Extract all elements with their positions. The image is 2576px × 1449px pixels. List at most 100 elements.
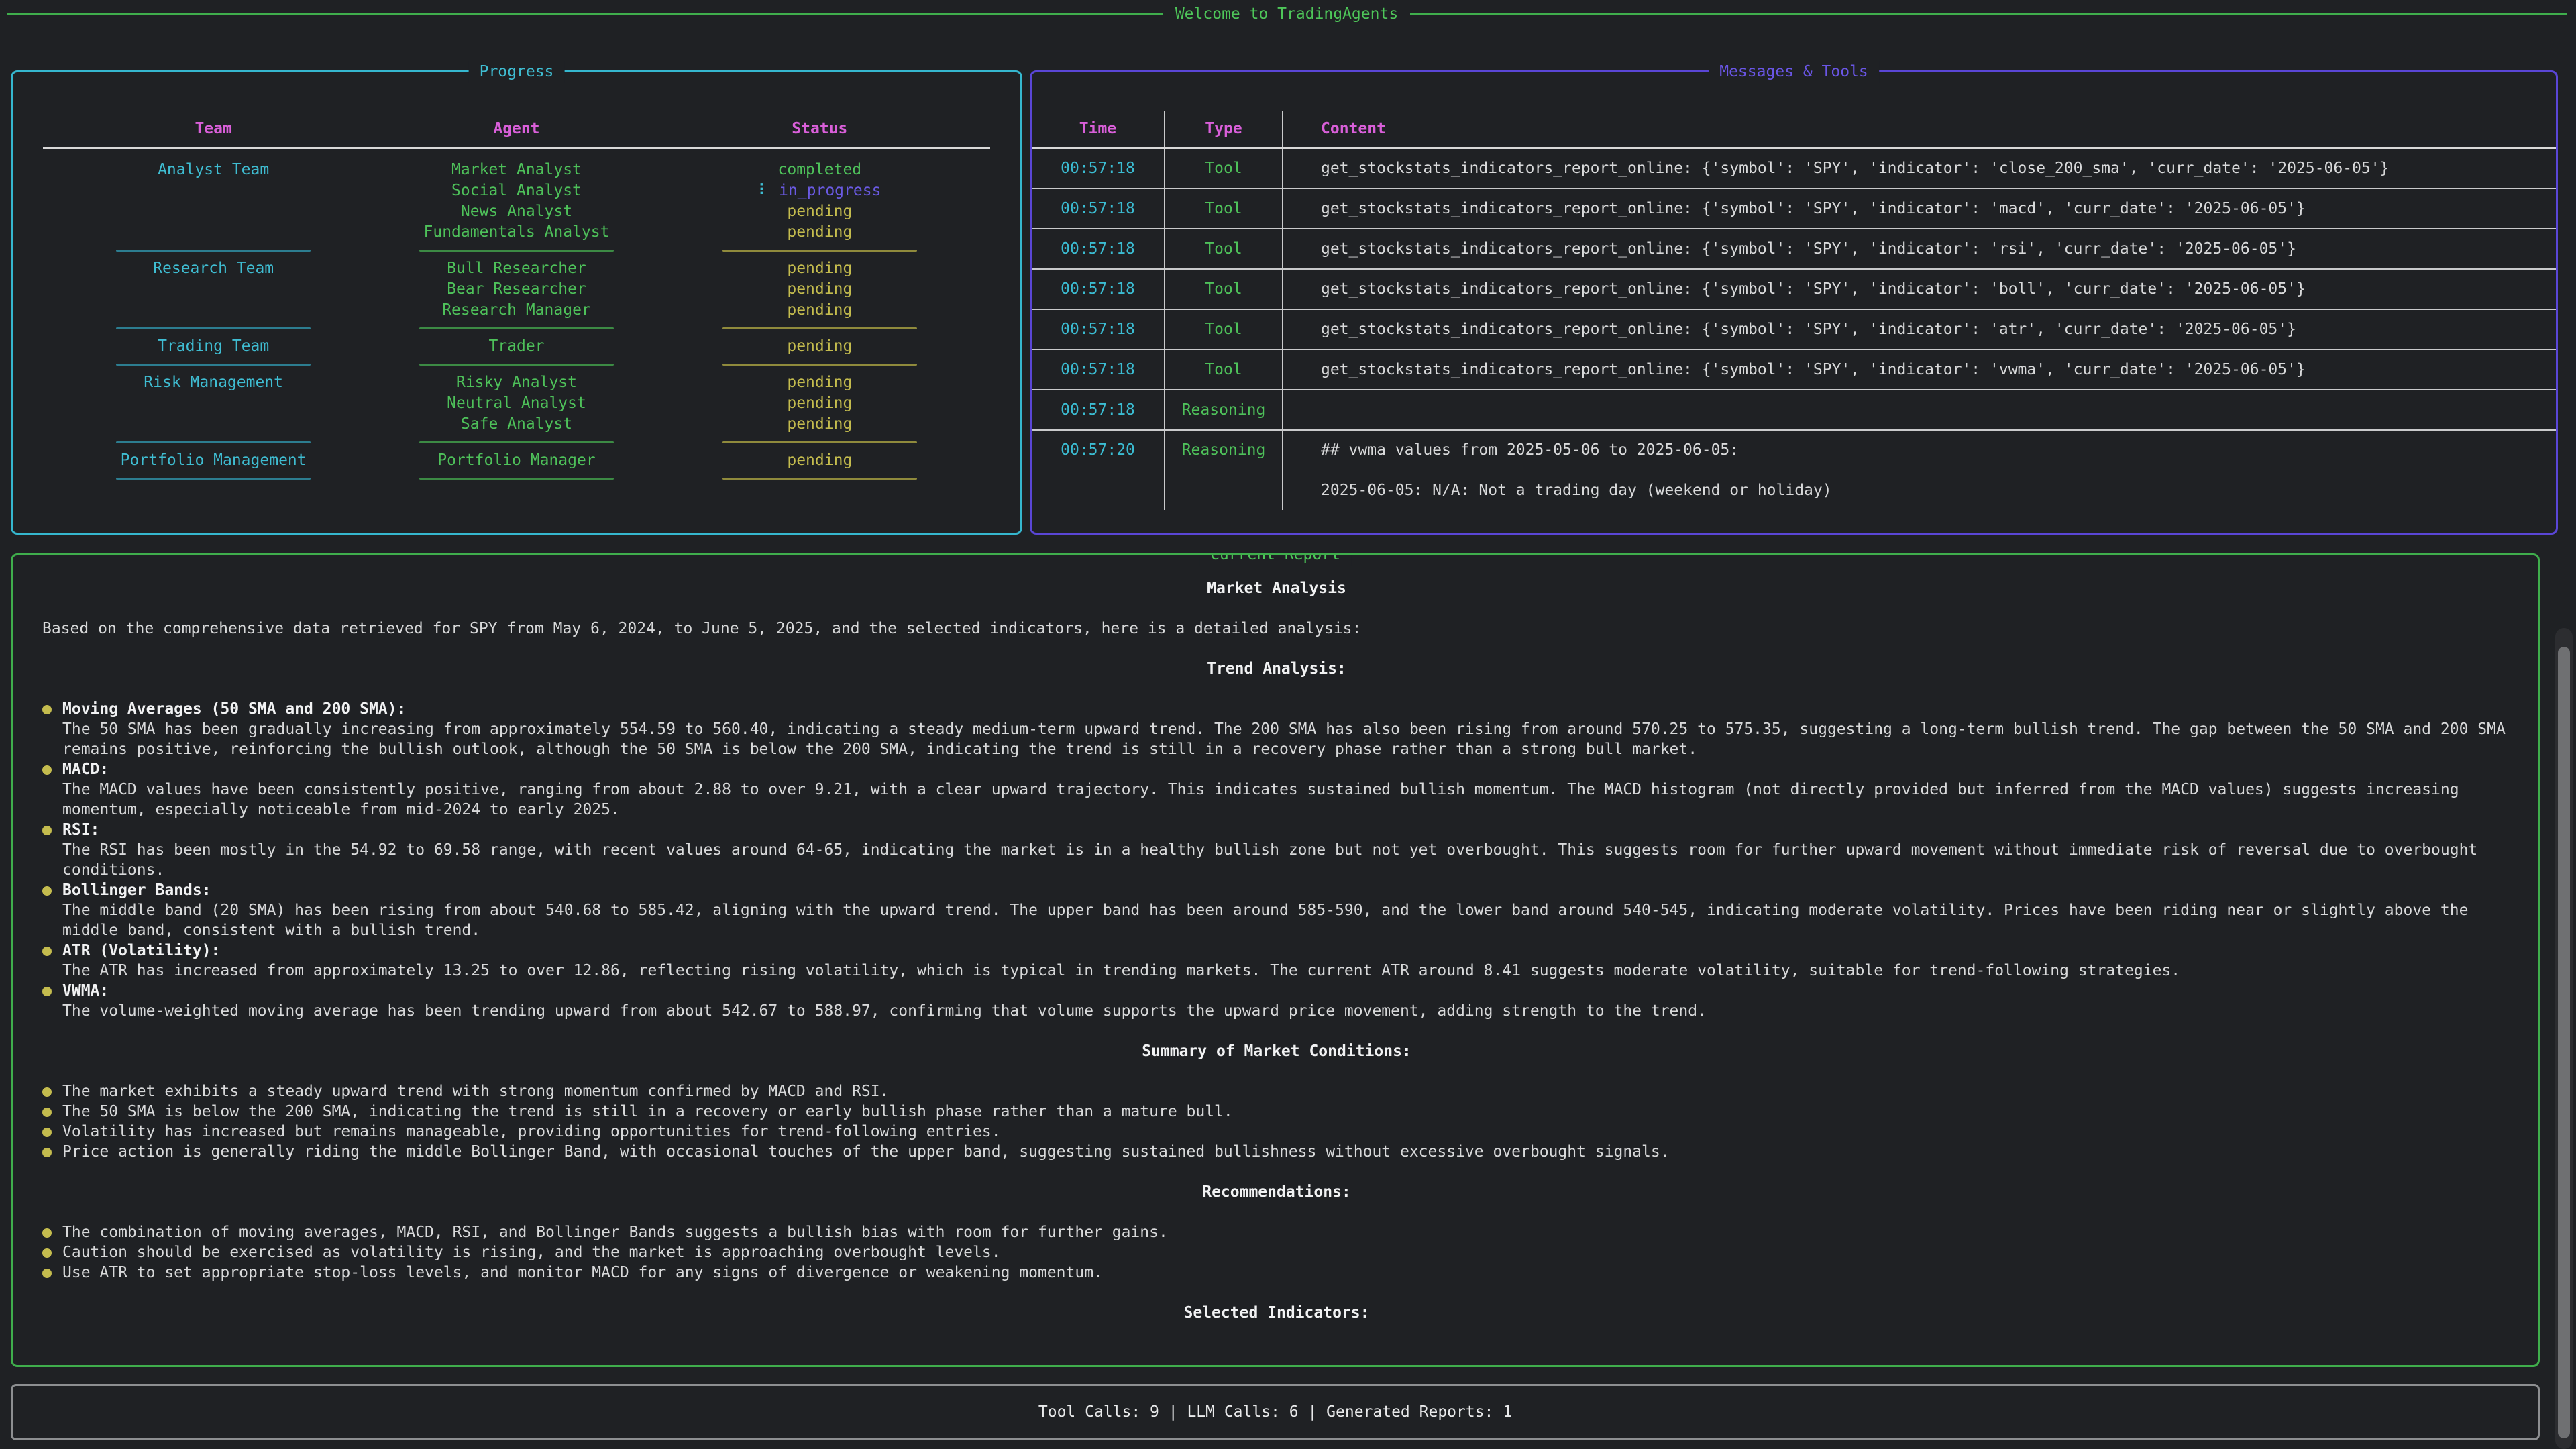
team-section-risk: Risk Management Risky Analyst Neutral An… (43, 372, 990, 435)
column-header-team: Team (43, 111, 384, 147)
agent-name: Trader (384, 336, 649, 357)
report-heading-summary: Summary of Market Conditions: (42, 1041, 2511, 1061)
table-row: 00:57:18 Tool get_stockstats_indicators_… (1032, 229, 2556, 270)
progress-panel: Progress Team Agent Status Analyst Team … (11, 70, 1022, 535)
bullet-icon (42, 765, 52, 775)
table-row: 00:57:18 Tool get_stockstats_indicators_… (1032, 149, 2556, 189)
message-type: Tool (1164, 310, 1282, 349)
message-type: Reasoning (1164, 390, 1282, 429)
section-separator (43, 243, 990, 258)
team-name: Portfolio Management (43, 450, 384, 471)
status-badge: pending (649, 279, 990, 300)
message-time: 00:57:18 (1032, 189, 1164, 228)
table-row: 00:57:18 Reasoning (1032, 390, 2556, 431)
message-type: Tool (1164, 229, 1282, 268)
messages-table: Time Type Content 00:57:18 Tool get_stoc… (1032, 111, 2556, 510)
list-item: MACD:The MACD values have been consisten… (42, 759, 2511, 820)
list-item: The 50 SMA is below the 200 SMA, indicat… (42, 1102, 2511, 1122)
agent-name: Neutral Analyst (384, 393, 649, 414)
agent-name: Portfolio Manager (384, 450, 649, 471)
progress-panel-title: Progress (469, 61, 565, 83)
status-badge: pending (649, 300, 990, 321)
column-header-agent: Agent (384, 111, 649, 147)
table-row: 00:57:20 Reasoning ## vwma values from 2… (1032, 431, 2556, 510)
messages-panel: Messages & Tools Time Type Content 00:57… (1030, 70, 2558, 535)
team-name: Trading Team (43, 336, 384, 357)
agent-name: News Analyst (384, 201, 649, 222)
status-badge: ⠇in_progress (649, 180, 990, 201)
status-badge: pending (649, 414, 990, 435)
section-separator (43, 321, 990, 336)
list-item: Volatility has increased but remains man… (42, 1122, 2511, 1142)
section-separator (43, 435, 990, 450)
bullet-icon (42, 886, 52, 896)
summary-bullet-list: The market exhibits a steady upward tren… (42, 1081, 2511, 1162)
report-intro: Based on the comprehensive data retrieve… (42, 619, 2511, 639)
team-name: Risk Management (43, 372, 384, 393)
message-type: Tool (1164, 270, 1282, 309)
recommendations-bullet-list: The combination of moving averages, MACD… (42, 1222, 2511, 1283)
message-content: ## vwma values from 2025-05-06 to 2025-0… (1282, 431, 2556, 510)
agent-name: Safe Analyst (384, 414, 649, 435)
status-badge: pending (649, 222, 990, 243)
report-heading-selected-indicators: Selected Indicators: (42, 1303, 2511, 1323)
message-content: get_stockstats_indicators_report_online:… (1282, 229, 2556, 268)
status-badge: pending (649, 372, 990, 393)
bullet-icon (42, 947, 52, 956)
spinner-icon: ⠇ (758, 182, 769, 199)
section-separator (43, 471, 990, 486)
trend-bullet-list: Moving Averages (50 SMA and 200 SMA):The… (42, 699, 2511, 1021)
bullet-icon (42, 1087, 52, 1097)
team-section-analyst: Analyst Team Market Analyst Social Analy… (43, 160, 990, 243)
message-time: 00:57:18 (1032, 229, 1164, 268)
bullet-icon (42, 987, 52, 996)
list-item: RSI:The RSI has been mostly in the 54.92… (42, 820, 2511, 880)
table-row: 00:57:18 Tool get_stockstats_indicators_… (1032, 350, 2556, 390)
bullet-icon (42, 1269, 52, 1278)
message-type: Tool (1164, 149, 1282, 188)
agent-name: Bull Researcher (384, 258, 649, 279)
team-section-trading: Trading Team Trader pending (43, 336, 990, 357)
team-section-portfolio: Portfolio Management Portfolio Manager p… (43, 450, 990, 471)
message-time: 00:57:20 (1032, 431, 1164, 510)
stats-footer: Tool Calls: 9 | LLM Calls: 6 | Generated… (11, 1384, 2540, 1440)
team-section-research: Research Team Bull Researcher Bear Resea… (43, 258, 990, 321)
column-header-content: Content (1282, 111, 2556, 147)
stats-text: Tool Calls: 9 | LLM Calls: 6 | Generated… (1038, 1403, 1512, 1421)
message-time: 00:57:18 (1032, 270, 1164, 309)
bullet-icon (42, 826, 52, 835)
report-panel-title: Current Report (1199, 553, 1351, 566)
message-type: Tool (1164, 350, 1282, 389)
bullet-icon (42, 1148, 52, 1157)
list-item: Price action is generally riding the mid… (42, 1142, 2511, 1162)
agent-name: Fundamentals Analyst (384, 222, 649, 243)
message-time: 00:57:18 (1032, 350, 1164, 389)
report-heading-recommendations: Recommendations: (42, 1182, 2511, 1202)
list-item: ATR (Volatility):The ATR has increased f… (42, 941, 2511, 981)
bullet-icon (42, 1128, 52, 1137)
messages-panel-title: Messages & Tools (1709, 61, 1879, 83)
header-rule-left (7, 13, 1163, 15)
table-row: 00:57:18 Tool get_stockstats_indicators_… (1032, 270, 2556, 310)
column-header-time: Time (1032, 111, 1164, 147)
agent-name: Market Analyst (384, 160, 649, 180)
scrollbar-thumb[interactable] (2558, 647, 2570, 1438)
list-item: Caution should be exercised as volatilit… (42, 1242, 2511, 1263)
message-content: get_stockstats_indicators_report_online:… (1282, 270, 2556, 309)
bullet-icon (42, 1108, 52, 1117)
column-header-type: Type (1164, 111, 1282, 147)
status-badge: pending (649, 258, 990, 279)
app-title: Welcome to TradingAgents (1175, 5, 1398, 23)
message-time: 00:57:18 (1032, 310, 1164, 349)
message-type: Tool (1164, 189, 1282, 228)
team-name: Research Team (43, 258, 384, 279)
list-item: Moving Averages (50 SMA and 200 SMA):The… (42, 699, 2511, 759)
list-item: The market exhibits a steady upward tren… (42, 1081, 2511, 1102)
message-time: 00:57:18 (1032, 390, 1164, 429)
message-content: get_stockstats_indicators_report_online:… (1282, 350, 2556, 389)
report-body: Market Analysis Based on the comprehensi… (13, 555, 2538, 1323)
team-name: Analyst Team (43, 160, 384, 180)
agent-name: Research Manager (384, 300, 649, 321)
app-header: Welcome to TradingAgents (7, 2, 2567, 26)
report-heading-market-analysis: Market Analysis (42, 578, 2511, 598)
